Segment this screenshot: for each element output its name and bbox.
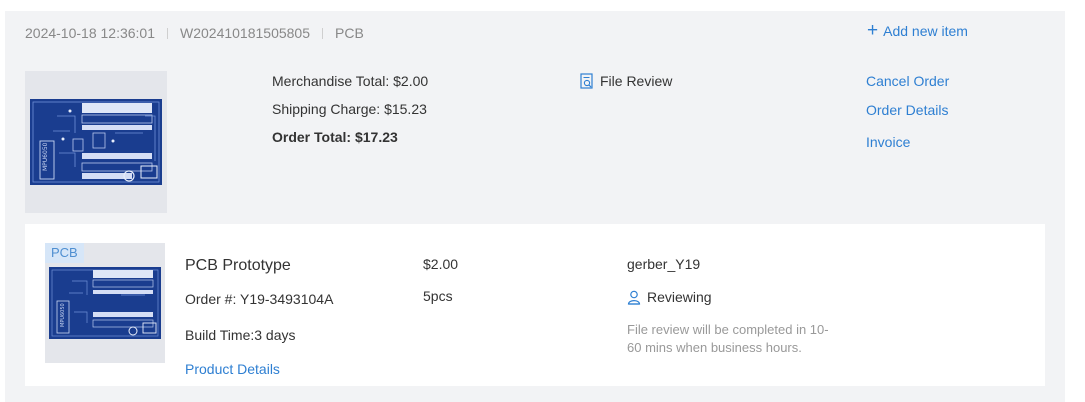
order-details-link[interactable]: Order Details <box>866 102 948 118</box>
svg-text:MPU6050: MPU6050 <box>60 303 66 327</box>
category-badge: PCB <box>45 243 84 263</box>
item-quantity: 5pcs <box>423 288 453 304</box>
order-card: 2024-10-18 12:36:01 W202410181505805 PCB… <box>5 11 1065 402</box>
divider <box>167 27 168 39</box>
file-review-link[interactable]: File Review <box>580 73 672 89</box>
product-details-link[interactable]: Product Details <box>185 361 280 377</box>
order-thumbnail: MPU6050 <box>25 71 167 213</box>
item-thumbnail: MPU6050 PCB <box>45 243 165 363</box>
invoice-link[interactable]: Invoice <box>866 134 910 150</box>
item-price: $2.00 <box>423 256 459 272</box>
review-status-note: File review will be completed in 10-60 m… <box>627 322 829 355</box>
pcb-board-image: MPU6050 <box>30 99 162 185</box>
order-item-panel: MPU6050 PCB PCB Prototype Order #: Y19-3… <box>25 224 1045 386</box>
product-name: PCB Prototype <box>185 257 291 274</box>
gerber-file-name: gerber_Y19 <box>627 256 701 272</box>
order-category: PCB <box>335 25 364 41</box>
plus-icon: + <box>867 20 879 41</box>
order-header-meta: 2024-10-18 12:36:01 W202410181505805 PCB <box>25 25 364 41</box>
file-review-label: File Review <box>600 73 673 89</box>
review-status-label: Reviewing <box>647 289 712 305</box>
file-review-icon <box>580 73 593 89</box>
cancel-order-link[interactable]: Cancel Order <box>866 73 949 89</box>
order-total: Order Total: $17.23 <box>272 129 398 145</box>
add-new-item-label: Add new item <box>883 23 968 39</box>
divider <box>322 27 324 39</box>
svg-text:MPU6050: MPU6050 <box>42 142 49 171</box>
shipping-charge: Shipping Charge: $15.23 <box>272 101 427 117</box>
merchandise-total: Merchandise Total: $2.00 <box>272 73 429 89</box>
order-datetime: 2024-10-18 12:36:01 <box>25 25 155 41</box>
build-time: Build Time:3 days <box>185 327 296 343</box>
item-order-number: Order #: Y19-3493104A <box>185 291 334 307</box>
add-new-item-button[interactable]: + Add new item <box>867 20 968 41</box>
user-review-icon <box>627 290 641 305</box>
review-status: Reviewing <box>627 289 712 305</box>
order-number: W202410181505805 <box>180 25 311 41</box>
